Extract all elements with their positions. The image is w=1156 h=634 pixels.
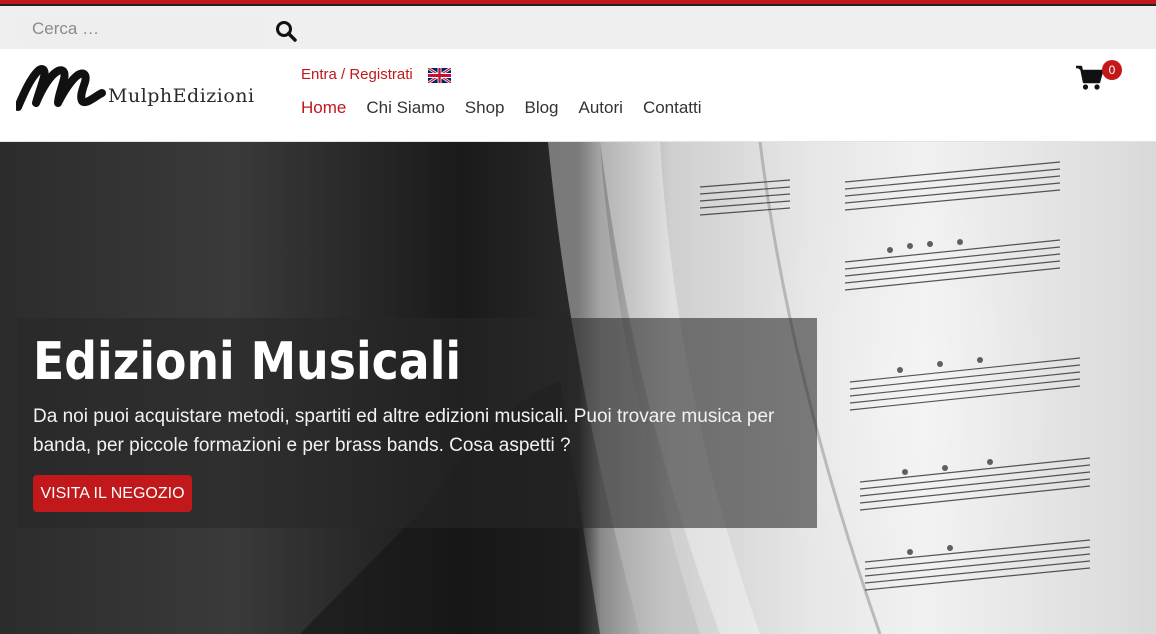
nav-item-shop[interactable]: Shop [465,98,505,118]
search-bar [0,6,1156,49]
nav-item-chi-siamo[interactable]: Chi Siamo [366,98,444,118]
nav-item-home[interactable]: Home [301,98,346,118]
login-register-link[interactable]: Entra / Registrati [301,66,413,83]
hero-description: Da noi puoi acquistare metodi, spartiti … [33,406,775,456]
nav-item-contatti[interactable]: Contatti [643,98,702,118]
uk-flag-icon[interactable] [428,68,451,83]
site-logo[interactable]: MulphEdizioni [16,63,254,113]
cart-icon [1076,65,1103,90]
logo-m-icon [16,65,106,111]
search-button[interactable] [272,18,300,46]
site-header: MulphEdizioni Entra / Registrati Home Ch… [0,49,1156,142]
cart-count-badge: 0 [1102,60,1122,80]
search-icon [276,20,297,42]
main-nav: Home Chi Siamo Shop Blog Autori Contatti [301,98,702,118]
search-input[interactable] [18,14,266,44]
logo-text: MulphEdizioni [108,85,255,107]
visit-shop-button[interactable]: VISITA IL NEGOZIO [33,475,192,512]
nav-item-blog[interactable]: Blog [524,98,558,118]
nav-item-autori[interactable]: Autori [579,98,623,118]
cart-button[interactable]: 0 [1075,60,1125,93]
hero-caption-box: Edizioni Musicali Da noi puoi acquistare… [17,318,817,528]
hero-title: Edizioni Musicali [33,332,462,392]
hero-section: Edizioni Musicali Da noi puoi acquistare… [0,142,1156,634]
